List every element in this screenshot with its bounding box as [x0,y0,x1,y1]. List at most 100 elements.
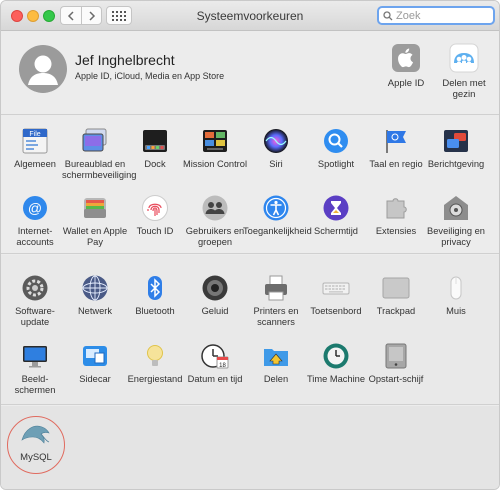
pref-siri[interactable]: Siri [243,126,309,170]
mission-control-icon [200,126,230,156]
pref-dock[interactable]: Dock [122,126,188,170]
pref-label: Beveiliging en privacy [427,226,485,247]
pref-label: Bureaublad en schermbeveiliging [62,159,137,180]
pref-notifications[interactable]: Berichtgeving [423,126,489,170]
pref-label: Dock [144,159,166,169]
language-region-icon [381,126,411,156]
avatar[interactable] [19,45,67,93]
search-input[interactable] [396,9,492,22]
pref-label: Datum en tijd [187,374,243,384]
pref-label: Sidecar [79,374,111,384]
printer-icon [261,273,291,303]
pref-screen-time[interactable]: Schermtijd [303,193,369,237]
search-icon [383,10,393,20]
pref-touch-id[interactable]: Touch ID [122,193,188,237]
pref-label: Delen met gezin [442,78,486,100]
pref-label: Toegankelijkheid [243,226,312,236]
apple-logo-icon [390,42,422,74]
user-subtitle: Apple ID, iCloud, Media en App Store [75,71,225,81]
pref-label: Opstart-schijf [368,374,424,384]
pref-software-update[interactable]: Software-update [2,273,68,327]
pref-label: Siri [269,159,283,169]
desktop-screensaver-icon [80,126,110,156]
sound-icon [200,273,230,303]
screen-time-icon [321,193,351,223]
pref-language-region[interactable]: Taal en regio [363,126,429,170]
pref-time-machine[interactable]: Time Machine [303,341,369,385]
siri-icon [261,126,291,156]
pref-label: Time Machine [306,374,366,384]
energy-saver-icon [140,341,170,371]
pref-trackpad[interactable]: Trackpad [363,273,429,317]
general-icon: File [20,126,50,156]
preferences-section-personal: File Algemeen Bureaublad en schermbeveil… [1,116,499,254]
pref-sidecar[interactable]: Sidecar [62,341,128,385]
preferences-section-other: MySQL [1,406,499,489]
pref-mission-control[interactable]: Mission Control [182,126,248,170]
internet-accounts-icon: @ [20,193,50,223]
pref-spotlight[interactable]: Spotlight [303,126,369,170]
pref-label: Internet-accounts [16,226,54,247]
user-section: Jef Inghelbrecht Apple ID, iCloud, Media… [1,32,499,115]
security-privacy-icon [441,193,471,223]
pref-label: Software-update [15,306,55,327]
svg-text:@: @ [28,200,42,216]
pref-energy-saver[interactable]: Energiestand [122,341,188,385]
dock-icon [140,126,170,156]
pref-label: Wallet en Apple Pay [62,226,128,247]
displays-icon [20,341,50,371]
startup-disk-icon [381,341,411,371]
pref-internet-accounts[interactable]: @ Internet-accounts [2,193,68,247]
pref-label: Trackpad [376,306,416,316]
pref-startup-disk[interactable]: Opstart-schijf [363,341,429,385]
user-silhouette-icon [19,45,67,93]
spotlight-icon [321,126,351,156]
svg-text:File: File [29,131,40,138]
pref-label: Muis [446,306,466,316]
pref-displays[interactable]: Beeld-schermen [2,341,68,395]
pref-extensions[interactable]: Extensies [363,193,429,237]
pref-label: Bluetooth [135,306,175,316]
pref-label: Geluid [201,306,229,316]
pref-family-sharing[interactable]: Delen met gezin [434,42,494,100]
mysql-dolphin-icon [19,420,53,448]
network-icon [80,273,110,303]
wallet-icon [80,193,110,223]
pref-label: Apple ID [387,78,425,89]
pref-apple-id[interactable]: Apple ID [376,42,436,89]
pref-accessibility[interactable]: Toegankelijkheid [243,193,312,237]
pref-sharing[interactable]: Delen [243,341,309,385]
pref-general[interactable]: File Algemeen [2,126,68,170]
pref-sound[interactable]: Geluid [182,273,248,317]
touch-id-icon [140,193,170,223]
pref-label: Taal en regio [369,159,423,169]
pref-network[interactable]: Netwerk [62,273,128,317]
pref-label: Delen [263,374,289,384]
pref-label: Beeld-schermen [14,374,56,395]
time-machine-icon [321,341,351,371]
pref-label: Toetsenbord [310,306,362,316]
search-field[interactable] [377,6,495,25]
extensions-icon [381,193,411,223]
pref-mysql[interactable]: MySQL [7,420,65,463]
pref-label: Spotlight [317,159,355,169]
trackpad-icon [381,273,411,303]
family-sharing-icon [448,42,480,74]
sharing-icon [261,341,291,371]
pref-keyboard[interactable]: Toetsenbord [303,273,369,317]
bluetooth-icon [140,273,170,303]
date-time-icon: 18 [200,341,230,371]
pref-date-time[interactable]: 18 Datum en tijd [182,341,248,385]
pref-users-groups[interactable]: Gebruikers en groepen [182,193,248,247]
pref-printers-scanners[interactable]: Printers en scanners [243,273,309,327]
pref-label: Netwerk [77,306,113,316]
pref-bluetooth[interactable]: Bluetooth [122,273,188,317]
pref-mouse[interactable]: Muis [423,273,489,317]
pref-desktop-screensaver[interactable]: Bureaublad en schermbeveiliging [62,126,137,180]
software-update-icon [20,273,50,303]
user-name: Jef Inghelbrecht [75,52,175,68]
pref-label: Gebruikers en groepen [185,226,245,247]
pref-wallet[interactable]: Wallet en Apple Pay [62,193,128,247]
pref-label: Energiestand [127,374,183,384]
pref-security-privacy[interactable]: Beveiliging en privacy [423,193,489,247]
